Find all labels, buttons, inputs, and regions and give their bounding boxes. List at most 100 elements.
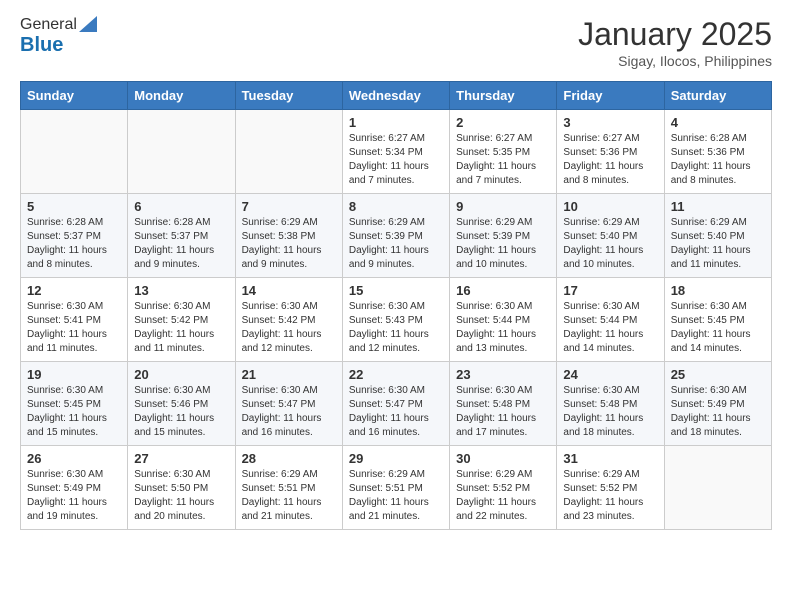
day-number: 8 — [349, 199, 443, 214]
day-number: 21 — [242, 367, 336, 382]
day-info: Sunrise: 6:30 AMSunset: 5:42 PMDaylight:… — [134, 300, 228, 356]
day-number: 11 — [671, 199, 765, 214]
calendar-cell: 11 Sunrise: 6:29 AMSunset: 5:40 PMDayligh… — [664, 194, 771, 278]
day-number: 31 — [563, 451, 657, 466]
day-number: 25 — [671, 367, 765, 382]
day-number: 26 — [27, 451, 121, 466]
calendar-cell: 26 Sunrise: 6:30 AMSunset: 5:49 PMDayligh… — [21, 446, 128, 530]
day-info: Sunrise: 6:29 AMSunset: 5:40 PMDaylight:… — [563, 216, 657, 272]
day-number: 4 — [671, 115, 765, 130]
day-info: Sunrise: 6:30 AMSunset: 5:44 PMDaylight:… — [563, 300, 657, 356]
calendar-cell — [21, 110, 128, 194]
day-info: Sunrise: 6:28 AMSunset: 5:36 PMDaylight:… — [671, 132, 765, 188]
day-number: 3 — [563, 115, 657, 130]
header: General Blue January 2025 Sigay, Ilocos,… — [20, 16, 772, 69]
day-info: Sunrise: 6:30 AMSunset: 5:47 PMDaylight:… — [349, 384, 443, 440]
calendar-cell: 18 Sunrise: 6:30 AMSunset: 5:45 PMDayligh… — [664, 278, 771, 362]
calendar-cell: 31Sunrise: 6:29 AMSunset: 5:52 PMDayligh… — [557, 446, 664, 530]
page-title: January 2025 — [578, 16, 772, 53]
day-info: Sunrise: 6:30 AMSunset: 5:46 PMDaylight:… — [134, 384, 228, 440]
page: General Blue January 2025 Sigay, Ilocos,… — [0, 0, 792, 612]
day-info: Sunrise: 6:30 AMSunset: 5:44 PMDaylight:… — [456, 300, 550, 356]
logo-line1: General — [20, 16, 97, 34]
calendar-header-monday: Monday — [128, 82, 235, 110]
day-info: Sunrise: 6:28 AMSunset: 5:37 PMDaylight:… — [134, 216, 228, 272]
calendar-header-row: SundayMondayTuesdayWednesdayThursdayFrid… — [21, 82, 772, 110]
calendar-cell: 23Sunrise: 6:30 AMSunset: 5:48 PMDayligh… — [450, 362, 557, 446]
day-info: Sunrise: 6:29 AMSunset: 5:52 PMDaylight:… — [456, 468, 550, 524]
day-number: 28 — [242, 451, 336, 466]
calendar-cell: 22 Sunrise: 6:30 AMSunset: 5:47 PMDayligh… — [342, 362, 449, 446]
calendar-cell: 20Sunrise: 6:30 AMSunset: 5:46 PMDayligh… — [128, 362, 235, 446]
calendar-cell: 2 Sunrise: 6:27 AMSunset: 5:35 PMDaylight… — [450, 110, 557, 194]
calendar-week-row: 5Sunrise: 6:28 AMSunset: 5:37 PMDaylight… — [21, 194, 772, 278]
day-info: Sunrise: 6:30 AMSunset: 5:41 PMDaylight:… — [27, 300, 121, 356]
day-number: 7 — [242, 199, 336, 214]
logo-triangle-icon — [79, 16, 97, 32]
calendar-cell: 15Sunrise: 6:30 AMSunset: 5:43 PMDayligh… — [342, 278, 449, 362]
day-number: 9 — [456, 199, 550, 214]
day-info: Sunrise: 6:30 AMSunset: 5:45 PMDaylight:… — [671, 300, 765, 356]
calendar-cell: 7 Sunrise: 6:29 AMSunset: 5:38 PMDaylight… — [235, 194, 342, 278]
day-info: Sunrise: 6:30 AMSunset: 5:49 PMDaylight:… — [671, 384, 765, 440]
day-info: Sunrise: 6:29 AMSunset: 5:51 PMDaylight:… — [349, 468, 443, 524]
day-number: 29 — [349, 451, 443, 466]
calendar-cell: 1Sunrise: 6:27 AMSunset: 5:34 PMDaylight… — [342, 110, 449, 194]
calendar-cell — [235, 110, 342, 194]
calendar-week-row: 1Sunrise: 6:27 AMSunset: 5:34 PMDaylight… — [21, 110, 772, 194]
calendar-cell: 17 Sunrise: 6:30 AMSunset: 5:44 PMDayligh… — [557, 278, 664, 362]
calendar-cell: 25 Sunrise: 6:30 AMSunset: 5:49 PMDayligh… — [664, 362, 771, 446]
calendar-header-saturday: Saturday — [664, 82, 771, 110]
day-number: 15 — [349, 283, 443, 298]
day-number: 1 — [349, 115, 443, 130]
logo-blue-label: Blue — [20, 34, 63, 56]
calendar-header-tuesday: Tuesday — [235, 82, 342, 110]
day-number: 17 — [563, 283, 657, 298]
day-number: 2 — [456, 115, 550, 130]
day-number: 6 — [134, 199, 228, 214]
day-info: Sunrise: 6:30 AMSunset: 5:42 PMDaylight:… — [242, 300, 336, 356]
day-info: Sunrise: 6:29 AMSunset: 5:39 PMDaylight:… — [349, 216, 443, 272]
calendar-cell: 16 Sunrise: 6:30 AMSunset: 5:44 PMDayligh… — [450, 278, 557, 362]
day-info: Sunrise: 6:29 AMSunset: 5:38 PMDaylight:… — [242, 216, 336, 272]
day-info: Sunrise: 6:27 AMSunset: 5:35 PMDaylight:… — [456, 132, 550, 188]
day-number: 13 — [134, 283, 228, 298]
day-info: Sunrise: 6:29 AMSunset: 5:39 PMDaylight:… — [456, 216, 550, 272]
day-info: Sunrise: 6:29 AMSunset: 5:51 PMDaylight:… — [242, 468, 336, 524]
calendar-table: SundayMondayTuesdayWednesdayThursdayFrid… — [20, 81, 772, 530]
calendar-cell: 21Sunrise: 6:30 AMSunset: 5:47 PMDayligh… — [235, 362, 342, 446]
calendar-cell — [664, 446, 771, 530]
day-number: 16 — [456, 283, 550, 298]
calendar-cell: 10Sunrise: 6:29 AMSunset: 5:40 PMDayligh… — [557, 194, 664, 278]
calendar-cell: 13 Sunrise: 6:30 AMSunset: 5:42 PMDayligh… — [128, 278, 235, 362]
calendar-header-sunday: Sunday — [21, 82, 128, 110]
calendar-cell: 27Sunrise: 6:30 AMSunset: 5:50 PMDayligh… — [128, 446, 235, 530]
calendar-header-wednesday: Wednesday — [342, 82, 449, 110]
day-number: 19 — [27, 367, 121, 382]
day-number: 30 — [456, 451, 550, 466]
day-number: 24 — [563, 367, 657, 382]
calendar-cell: 24 Sunrise: 6:30 AMSunset: 5:48 PMDayligh… — [557, 362, 664, 446]
day-number: 23 — [456, 367, 550, 382]
calendar-header-friday: Friday — [557, 82, 664, 110]
calendar-cell: 5Sunrise: 6:28 AMSunset: 5:37 PMDaylight… — [21, 194, 128, 278]
day-info: Sunrise: 6:30 AMSunset: 5:49 PMDaylight:… — [27, 468, 121, 524]
logo-general-text: General — [20, 16, 77, 34]
title-block: January 2025 Sigay, Ilocos, Philippines — [578, 16, 772, 69]
day-number: 22 — [349, 367, 443, 382]
calendar-cell: 28 Sunrise: 6:29 AMSunset: 5:51 PMDayligh… — [235, 446, 342, 530]
calendar-cell: 19Sunrise: 6:30 AMSunset: 5:45 PMDayligh… — [21, 362, 128, 446]
day-number: 14 — [242, 283, 336, 298]
day-number: 18 — [671, 283, 765, 298]
calendar-cell — [128, 110, 235, 194]
calendar-week-row: 19Sunrise: 6:30 AMSunset: 5:45 PMDayligh… — [21, 362, 772, 446]
calendar-cell: 29 Sunrise: 6:29 AMSunset: 5:51 PMDayligh… — [342, 446, 449, 530]
day-info: Sunrise: 6:30 AMSunset: 5:48 PMDaylight:… — [563, 384, 657, 440]
page-subtitle: Sigay, Ilocos, Philippines — [578, 53, 772, 69]
day-info: Sunrise: 6:29 AMSunset: 5:40 PMDaylight:… — [671, 216, 765, 272]
calendar-cell: 14 Sunrise: 6:30 AMSunset: 5:42 PMDayligh… — [235, 278, 342, 362]
calendar-week-row: 26 Sunrise: 6:30 AMSunset: 5:49 PMDayligh… — [21, 446, 772, 530]
calendar-cell: 12Sunrise: 6:30 AMSunset: 5:41 PMDayligh… — [21, 278, 128, 362]
calendar-cell: 6 Sunrise: 6:28 AMSunset: 5:37 PMDaylight… — [128, 194, 235, 278]
day-info: Sunrise: 6:27 AMSunset: 5:36 PMDaylight:… — [563, 132, 657, 188]
